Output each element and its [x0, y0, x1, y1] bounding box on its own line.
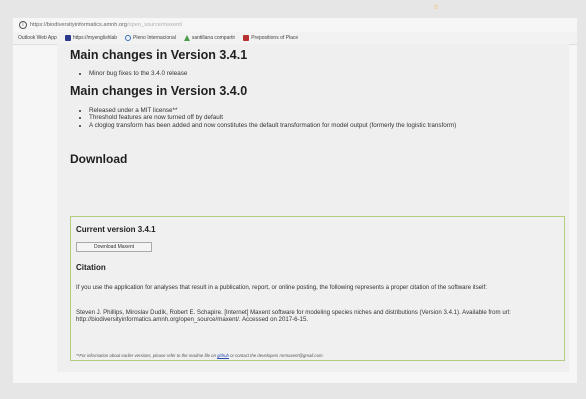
bookmark-outlook[interactable]: Outlook Web App — [18, 35, 57, 41]
github-link[interactable]: github — [217, 353, 229, 358]
download-heading: Download — [70, 152, 128, 166]
bookmark-pleno[interactable]: Pleno Internacional — [125, 35, 176, 41]
download-maxent-button[interactable]: Download Maxent — [76, 242, 152, 252]
myenglishlab-label: https://myenglishlab — [72, 35, 118, 41]
pleno-label: Pleno Internacional — [133, 35, 176, 41]
santillana-label: santillana compartir — [191, 35, 236, 41]
santillana-icon — [183, 35, 190, 41]
screen-photo: i https://biodiversityinformatics.amnh.o… — [13, 18, 577, 383]
list-item: A cloglog transform has been added and n… — [89, 122, 559, 129]
download-box: Current version 3.4.1 Download Maxent Ci… — [70, 216, 565, 361]
citation-heading: Citation — [76, 263, 106, 272]
bookmark-myenglishlab[interactable]: https://myenglishlab — [64, 35, 118, 41]
url-path: /open_source/maxent/ — [127, 21, 183, 28]
globe-icon — [125, 35, 132, 41]
watermark: e — [434, 2, 439, 11]
list-item: Released under a MIT license** — [89, 107, 559, 114]
citation-text: Steven J. Phillips, Miroslav Dudík, Robe… — [76, 309, 511, 324]
url-host: https://biodiversityinformatics.amnh.org — [30, 21, 127, 28]
footnote-post: or contact the developers mrmaxent@gmail… — [228, 353, 323, 358]
v341-list: Minor bug fixes to the 3.4.0 release — [77, 70, 187, 77]
bookmark-red-icon — [243, 35, 250, 41]
outlook-label: Outlook Web App — [18, 35, 57, 41]
bookmark-santillana[interactable]: santillana compartir — [183, 35, 236, 41]
info-icon[interactable]: i — [19, 20, 27, 29]
v341-heading: Main changes in Version 3.4.1 — [70, 48, 248, 62]
v340-list: Released under a MIT license** Threshold… — [77, 107, 559, 129]
footnote-pre: **For information about earlier versions… — [76, 353, 218, 358]
citation-intro: If you use the application for analyses … — [76, 284, 487, 291]
footnote: **For information about earlier versions… — [76, 353, 323, 358]
pearson-icon — [64, 35, 71, 41]
list-item: Minor bug fixes to the 3.4.0 release — [89, 70, 187, 77]
v340-heading: Main changes in Version 3.4.0 — [70, 84, 248, 98]
prepositions-label: Prepositions of Place — [251, 35, 299, 41]
current-version-heading: Current version 3.4.1 — [76, 225, 156, 234]
bookmark-prepositions[interactable]: Prepositions of Place — [243, 35, 298, 41]
list-item: Threshold features are now turned off by… — [89, 114, 559, 121]
page-content: Main changes in Version 3.4.1 Minor bug … — [57, 44, 569, 372]
address-bar[interactable]: i https://biodiversityinformatics.amnh.o… — [13, 18, 577, 31]
